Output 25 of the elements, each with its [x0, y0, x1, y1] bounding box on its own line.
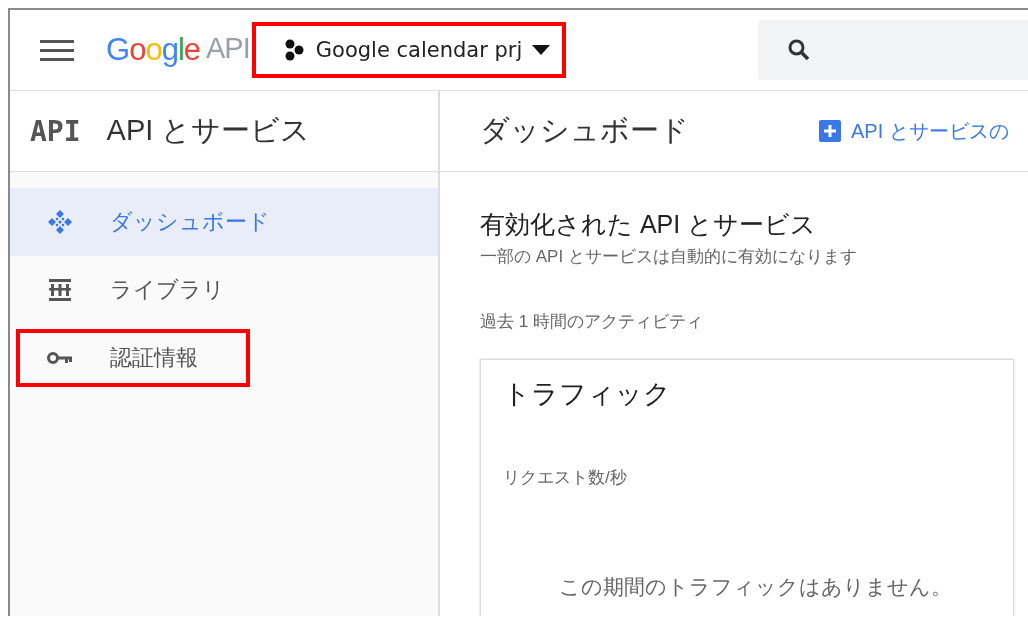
- empty-message: この期間のトラフィックはありません。: [559, 574, 953, 600]
- card-title: トラフィック: [503, 378, 672, 411]
- nav-item[interactable]: 認証情報: [10, 324, 438, 392]
- library-icon: [49, 279, 71, 301]
- plus-icon: [819, 120, 841, 142]
- search-field[interactable]: [758, 20, 1028, 80]
- menu-icon[interactable]: [40, 38, 74, 62]
- api-label: API: [30, 114, 81, 148]
- dashboard-icon: [47, 209, 73, 235]
- key-icon: [47, 351, 73, 365]
- caret-icon: [532, 45, 551, 55]
- project-icon: [283, 39, 306, 61]
- nav-item[interactable]: ライブラリ: [10, 256, 438, 324]
- metric-label: リクエスト数/秒: [503, 467, 628, 489]
- logo-text: Google: [106, 32, 200, 68]
- product-name: API: [206, 32, 250, 66]
- section-description: 一部の API とサービスは自動的に有効になります: [480, 246, 858, 268]
- page-title: ダッシュボード: [480, 113, 689, 148]
- section-heading: 有効化された API とサービス: [480, 209, 818, 240]
- project-selector[interactable]: Google calendar prj: [251, 22, 567, 78]
- search-icon: [788, 39, 810, 61]
- nav-item[interactable]: ダッシュボード: [10, 188, 438, 256]
- section-title: API とサービス: [106, 113, 311, 148]
- activity-label: 過去 1 時間のアクティビティ: [480, 311, 704, 333]
- enable-link[interactable]: API とサービスの: [819, 117, 1009, 145]
